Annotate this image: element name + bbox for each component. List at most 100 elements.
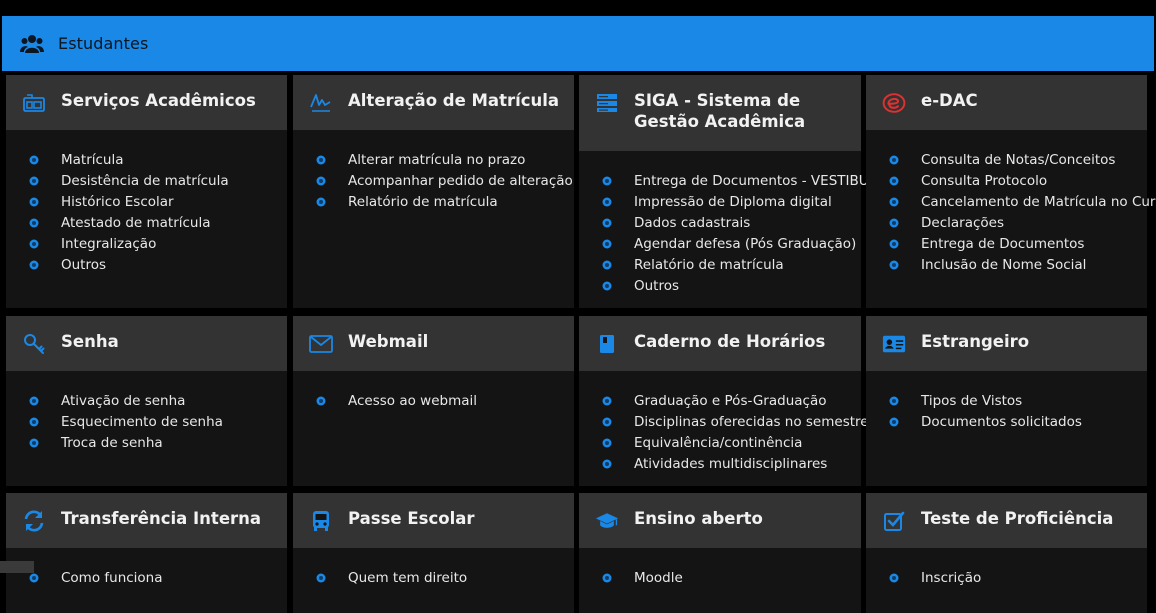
card-link-label[interactable]: Graduação e Pós-Graduação xyxy=(634,393,826,409)
card-link-label[interactable]: Declarações xyxy=(921,215,1004,231)
card-link-label[interactable]: Atestado de matrícula xyxy=(61,215,211,231)
card-link-label[interactable]: Entrega de Documentos xyxy=(921,236,1084,252)
card-title[interactable]: Webmail xyxy=(348,331,428,352)
card-link-label[interactable]: Alterar matrícula no prazo xyxy=(348,152,525,168)
card-link-label[interactable]: Dados cadastrais xyxy=(634,215,750,231)
card-link-label[interactable]: Como funciona xyxy=(61,570,163,586)
card-header[interactable]: Serviços Acadêmicos xyxy=(6,75,287,130)
card-link-item[interactable]: Documentos solicitados xyxy=(890,411,1147,432)
card-link-item[interactable]: Matrícula xyxy=(30,149,287,170)
bullet-icon xyxy=(603,417,611,426)
card-header[interactable]: Webmail xyxy=(293,316,574,371)
card-link-item[interactable]: Tipos de Vistos xyxy=(890,390,1147,411)
card-link-label[interactable]: Matrícula xyxy=(61,152,124,168)
card-link-label[interactable]: Agendar defesa (Pós Graduação) xyxy=(634,236,856,252)
card-link-label[interactable]: Ativação de senha xyxy=(61,393,185,409)
card-link-item[interactable]: Desistência de matrícula xyxy=(30,170,287,191)
card-link-item[interactable]: Outros xyxy=(30,254,287,275)
card-link-label[interactable]: Histórico Escolar xyxy=(61,194,174,210)
card-link-item[interactable]: Declarações xyxy=(890,212,1147,233)
card-link-item[interactable]: Cancelamento de Matrícula no Curso xyxy=(890,191,1156,212)
card-link-label[interactable]: Inclusão de Nome Social xyxy=(921,257,1086,273)
card-title[interactable]: Caderno de Horários xyxy=(634,331,825,352)
card-header[interactable]: Senha xyxy=(6,316,287,371)
card-link-item[interactable]: Disciplinas oferecidas no semestre xyxy=(603,411,869,432)
card-link-label[interactable]: Integralização xyxy=(61,236,156,252)
card-title[interactable]: Estrangeiro xyxy=(921,331,1029,352)
card-link-item[interactable]: Entrega de Documentos - VESTIBULAR xyxy=(603,170,895,191)
card-header[interactable]: Alteração de Matrícula xyxy=(293,75,574,130)
card-link-label[interactable]: Tipos de Vistos xyxy=(921,393,1022,409)
card-link-label[interactable]: Relatório de matrícula xyxy=(348,194,498,210)
card-title[interactable]: Passe Escolar xyxy=(348,508,475,529)
card-link-label[interactable]: Troca de senha xyxy=(61,435,163,451)
card-link-label[interactable]: Outros xyxy=(61,257,106,273)
card-link-label[interactable]: Disciplinas oferecidas no semestre xyxy=(634,414,869,430)
card-header[interactable]: Passe Escolar xyxy=(293,493,574,548)
card-title[interactable]: Alteração de Matrícula xyxy=(348,90,559,111)
card-link-item[interactable]: Outros xyxy=(603,275,861,296)
card-link-label[interactable]: Entrega de Documentos - VESTIBULAR xyxy=(634,173,895,189)
card-title[interactable]: Transferência Interna xyxy=(61,508,261,529)
card-link-label[interactable]: Cancelamento de Matrícula no Curso xyxy=(921,194,1156,210)
card-link-label[interactable]: Inscrição xyxy=(921,570,981,586)
card-link-item[interactable]: Equivalência/continência xyxy=(603,432,861,453)
card-header[interactable]: Ensino aberto xyxy=(579,493,861,548)
card-link-item[interactable]: Relatório de matrícula xyxy=(317,191,574,212)
card-link-item[interactable]: Troca de senha xyxy=(30,432,287,453)
card-link-item[interactable]: Graduação e Pós-Graduação xyxy=(603,390,861,411)
card-link-label[interactable]: Desistência de matrícula xyxy=(61,173,229,189)
card-link-item[interactable]: Dados cadastrais xyxy=(603,212,861,233)
card-header[interactable]: SIGA - Sistema de Gestão Acadêmica xyxy=(579,75,861,151)
card-link-label[interactable]: Acesso ao webmail xyxy=(348,393,477,409)
card-link-label[interactable]: Relatório de matrícula xyxy=(634,257,784,273)
card-link-item[interactable]: Atestado de matrícula xyxy=(30,212,287,233)
card-link-label[interactable]: Consulta Protocolo xyxy=(921,173,1047,189)
users-icon xyxy=(20,33,46,55)
card-header[interactable]: Caderno de Horários xyxy=(579,316,861,371)
card-links: Consulta de Notas/Conceitos Consulta Prot… xyxy=(866,130,1156,275)
card-link-item[interactable]: Inclusão de Nome Social xyxy=(890,254,1147,275)
card-link-item[interactable]: Acompanhar pedido de alteração xyxy=(317,170,574,191)
card-link-label[interactable]: Acompanhar pedido de alteração xyxy=(348,173,573,189)
card-link-label[interactable]: Moodle xyxy=(634,570,683,586)
card-link-label[interactable]: Outros xyxy=(634,278,679,294)
card-link-item[interactable]: Entrega de Documentos xyxy=(890,233,1147,254)
card-link-label[interactable]: Documentos solicitados xyxy=(921,414,1082,430)
card-link-item[interactable]: Consulta de Notas/Conceitos xyxy=(890,149,1147,170)
bullet-icon xyxy=(890,573,898,582)
card-link-label[interactable]: Atividades multidisciplinares xyxy=(634,456,827,472)
card-header[interactable]: Teste de Proficiência xyxy=(866,493,1147,548)
server-icon xyxy=(595,91,619,115)
card-header[interactable]: Estrangeiro xyxy=(866,316,1147,371)
card-title[interactable]: Senha xyxy=(61,331,119,352)
card-link-label[interactable]: Esquecimento de senha xyxy=(61,414,223,430)
card-link-item[interactable]: Impressão de Diploma digital xyxy=(603,191,861,212)
card-title[interactable]: Serviços Acadêmicos xyxy=(61,90,256,111)
card-links: Acesso ao webmail xyxy=(293,371,574,411)
card-link-label[interactable]: Impressão de Diploma digital xyxy=(634,194,832,210)
card-link-label[interactable]: Quem tem direito xyxy=(348,570,467,586)
card-link-item[interactable]: Histórico Escolar xyxy=(30,191,287,212)
card-title[interactable]: Ensino aberto xyxy=(634,508,763,529)
card-header[interactable]: e-DAC xyxy=(866,75,1147,130)
card-link-item[interactable]: Agendar defesa (Pós Graduação) xyxy=(603,233,861,254)
card-link-item[interactable]: Inscrição xyxy=(890,567,1147,588)
card-link-item[interactable]: Relatório de matrícula xyxy=(603,254,861,275)
card-link-item[interactable]: Consulta Protocolo xyxy=(890,170,1147,191)
card-link-label[interactable]: Consulta de Notas/Conceitos xyxy=(921,152,1115,168)
card-title[interactable]: SIGA - Sistema de Gestão Acadêmica xyxy=(634,90,851,132)
card-link-item[interactable]: Moodle xyxy=(603,567,861,588)
card-link-item[interactable]: Esquecimento de senha xyxy=(30,411,287,432)
card-title[interactable]: Teste de Proficiência xyxy=(921,508,1113,529)
card-link-label[interactable]: Equivalência/continência xyxy=(634,435,802,451)
card-link-item[interactable]: Quem tem direito xyxy=(317,567,574,588)
card-title[interactable]: e-DAC xyxy=(921,90,978,111)
card-link-item[interactable]: Alterar matrícula no prazo xyxy=(317,149,574,170)
card-link-item[interactable]: Como funciona xyxy=(30,567,287,588)
card-link-item[interactable]: Acesso ao webmail xyxy=(317,390,574,411)
card-header[interactable]: Transferência Interna xyxy=(6,493,287,548)
card-link-item[interactable]: Atividades multidisciplinares xyxy=(603,453,861,474)
card-link-item[interactable]: Ativação de senha xyxy=(30,390,287,411)
card-link-item[interactable]: Integralização xyxy=(30,233,287,254)
